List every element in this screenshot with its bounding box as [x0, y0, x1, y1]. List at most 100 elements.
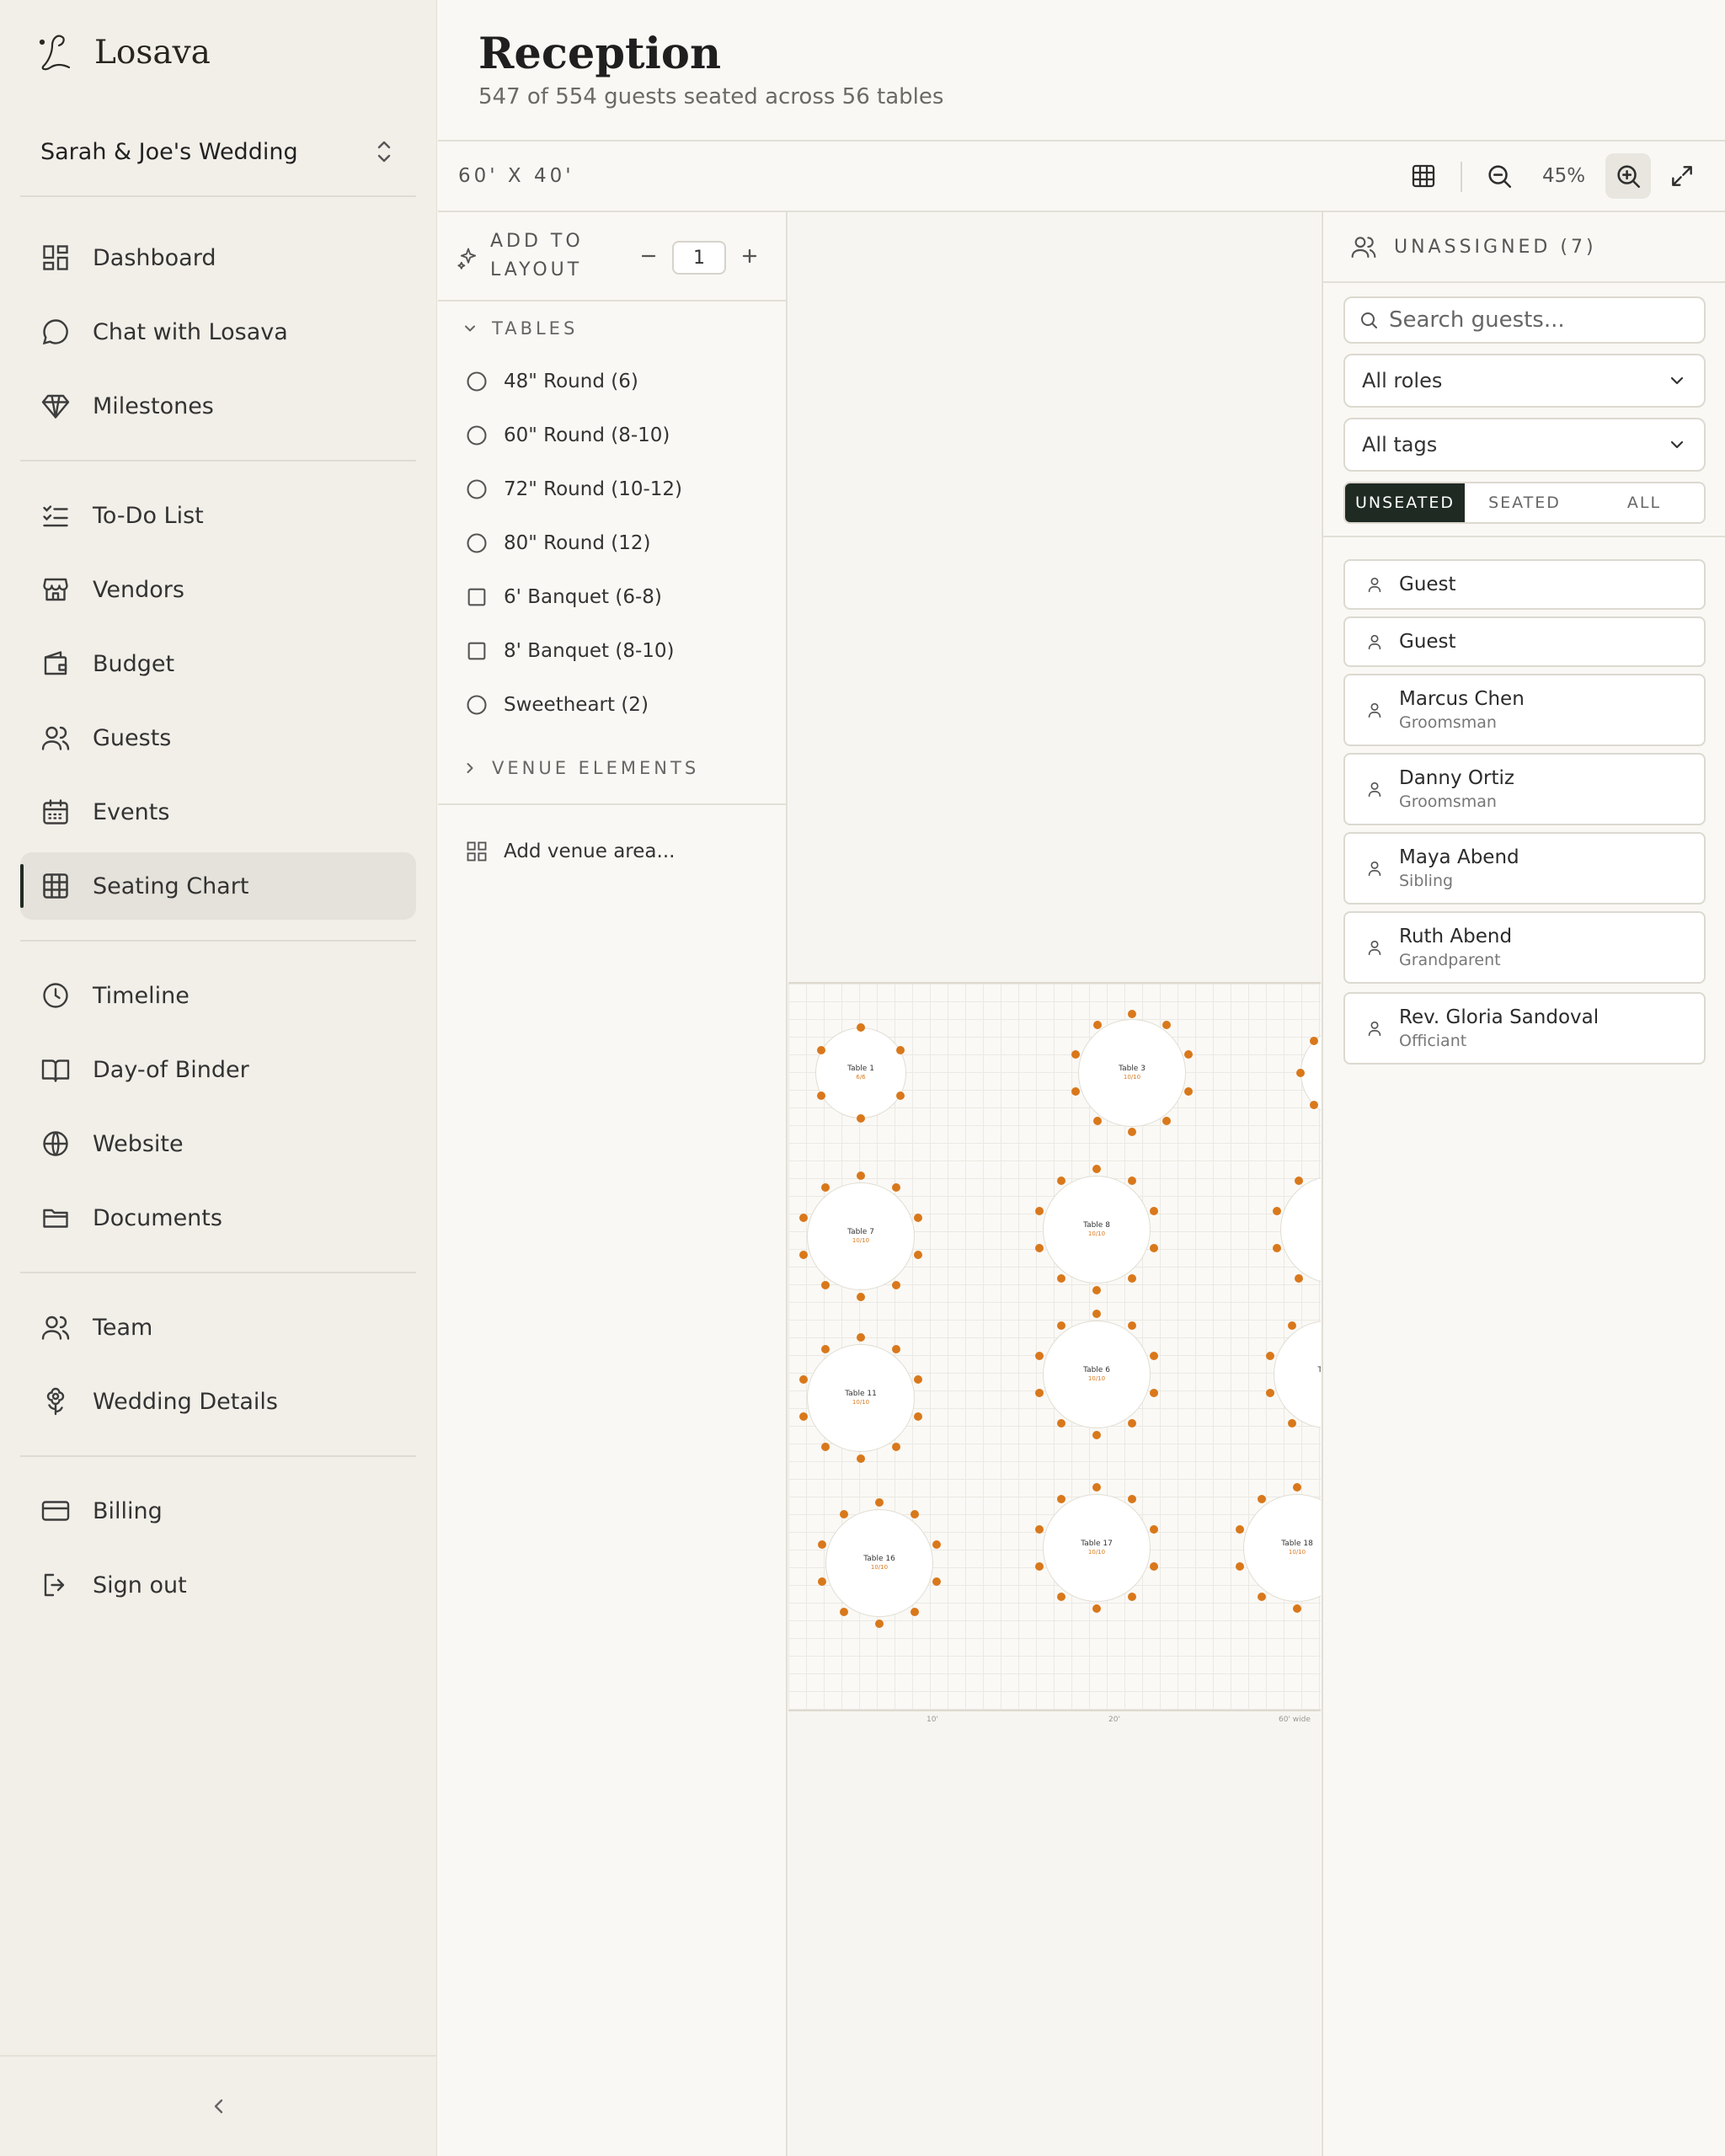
seating-table[interactable]: Table 17 10/10: [1034, 1483, 1159, 1613]
seat-dot[interactable]: [1034, 1562, 1044, 1572]
add-venue-area-button[interactable]: Add venue area...: [465, 835, 675, 868]
collapse-sidebar-button[interactable]: [0, 2055, 437, 2156]
seat-dot[interactable]: [1293, 1604, 1301, 1613]
zoom-in-button[interactable]: [1605, 153, 1651, 199]
seat-dot[interactable]: [1056, 1419, 1065, 1428]
seating-table[interactable]: Table 1 6/6: [815, 1023, 906, 1123]
nav-wedding-details[interactable]: Wedding Details: [20, 1368, 416, 1435]
seat-dot[interactable]: [798, 1251, 808, 1260]
seating-table[interactable]: Table 9: [1272, 1176, 1321, 1283]
nav-website[interactable]: Website: [20, 1110, 416, 1177]
seat-dot[interactable]: [1128, 1419, 1137, 1428]
seat-dot[interactable]: [1034, 1389, 1044, 1398]
seat-dot[interactable]: [1265, 1351, 1274, 1360]
seat-dot[interactable]: [1092, 1116, 1102, 1125]
guest-card[interactable]: Rev. Gloria Sandoval Officiant: [1343, 992, 1706, 1065]
seat-dot[interactable]: [1056, 1321, 1065, 1330]
guest-card[interactable]: Maya Abend Sibling: [1343, 832, 1706, 905]
seat-dot[interactable]: [1293, 1483, 1301, 1492]
nav-vendors[interactable]: Vendors: [20, 556, 416, 623]
seat-dot[interactable]: [1294, 1176, 1303, 1185]
seat-dot[interactable]: [857, 1454, 865, 1463]
seat-dot[interactable]: [1128, 1010, 1136, 1018]
tables-section-toggle[interactable]: TABLES: [462, 318, 578, 339]
guest-card[interactable]: Ruth Abend Grandparent: [1343, 911, 1706, 984]
seat-dot[interactable]: [820, 1281, 830, 1290]
seat-dot[interactable]: [798, 1412, 808, 1422]
seat-dot[interactable]: [1150, 1351, 1159, 1360]
app-logo[interactable]: Losava: [34, 30, 211, 74]
guest-card[interactable]: Guest: [1343, 559, 1706, 610]
tag-filter-select[interactable]: All tags: [1343, 418, 1706, 472]
seat-dot[interactable]: [914, 1213, 923, 1222]
seat-dot[interactable]: [1309, 1036, 1318, 1045]
seat-dot[interactable]: [895, 1046, 905, 1054]
seat-dot[interactable]: [857, 1293, 865, 1301]
seat-dot[interactable]: [1092, 1483, 1101, 1492]
seat-dot[interactable]: [1128, 1128, 1136, 1136]
seat-dot[interactable]: [798, 1213, 808, 1222]
seating-table[interactable]: Table 3 10/10: [1071, 1010, 1193, 1136]
grid-toggle-button[interactable]: [1401, 153, 1446, 199]
seat-dot[interactable]: [1296, 1069, 1305, 1077]
seating-table[interactable]: Table 18 10/10: [1235, 1483, 1321, 1613]
seat-dot[interactable]: [1092, 1604, 1101, 1613]
seat-dot[interactable]: [1150, 1562, 1159, 1572]
seat-dot[interactable]: [1235, 1524, 1244, 1534]
seating-canvas[interactable]: Table 16/6 Table 310/10 Table 4 Table 710/1…: [788, 212, 1321, 2156]
seat-dot[interactable]: [817, 1577, 826, 1587]
table-type-item[interactable]: 8' Banquet (8-10): [465, 634, 675, 668]
nav-budget[interactable]: Budget: [20, 630, 416, 697]
seat-dot[interactable]: [892, 1182, 901, 1192]
seating-table[interactable]: Table 4: [1296, 1027, 1321, 1118]
increment-button[interactable]: [738, 244, 761, 268]
seat-dot[interactable]: [820, 1443, 830, 1452]
seating-table[interactable]: Table 6 10/10: [1034, 1310, 1159, 1439]
fullscreen-button[interactable]: [1659, 153, 1705, 199]
seat-dot[interactable]: [857, 1114, 865, 1123]
seat-dot[interactable]: [857, 1333, 865, 1342]
seat-dot[interactable]: [820, 1344, 830, 1353]
table-type-item[interactable]: Sweetheart (2): [465, 688, 649, 722]
guest-card[interactable]: Danny Ortiz Groomsman: [1343, 753, 1706, 825]
nav-chat[interactable]: Chat with Losava: [20, 298, 416, 366]
seat-dot[interactable]: [857, 1171, 865, 1180]
nav-team[interactable]: Team: [20, 1294, 416, 1361]
seat-dot[interactable]: [1034, 1524, 1044, 1534]
seat-dot[interactable]: [1257, 1494, 1266, 1503]
seat-dot[interactable]: [1272, 1206, 1281, 1215]
seat-dot[interactable]: [1056, 1274, 1065, 1283]
seat-dot[interactable]: [1257, 1593, 1266, 1602]
seat-dot[interactable]: [875, 1498, 884, 1507]
seat-dot[interactable]: [1056, 1593, 1065, 1602]
venue-elements-toggle[interactable]: VENUE ELEMENTS: [462, 758, 699, 778]
seat-dot[interactable]: [1034, 1206, 1044, 1215]
tab-unseated[interactable]: UNSEATED: [1345, 483, 1465, 522]
seat-dot[interactable]: [817, 1540, 826, 1549]
seat-dot[interactable]: [932, 1540, 942, 1549]
nav-events[interactable]: Events: [20, 778, 416, 846]
nav-timeline[interactable]: Timeline: [20, 962, 416, 1029]
decrement-button[interactable]: [637, 244, 660, 268]
seating-table[interactable]: Table10/1: [1265, 1321, 1321, 1428]
seat-dot[interactable]: [932, 1577, 942, 1587]
seating-table[interactable]: Table 11 10/10: [798, 1333, 923, 1463]
guest-card[interactable]: Guest: [1343, 616, 1706, 667]
seat-dot[interactable]: [839, 1509, 848, 1518]
seat-dot[interactable]: [911, 1608, 920, 1617]
seating-table[interactable]: Table 7 10/10: [798, 1171, 923, 1301]
role-filter-select[interactable]: All roles: [1343, 354, 1706, 408]
nav-todo[interactable]: To-Do List: [20, 482, 416, 549]
seat-dot[interactable]: [1287, 1321, 1296, 1330]
floor-plan[interactable]: Table 16/6 Table 310/10 Table 4 Table 710/1…: [788, 982, 1321, 1711]
seat-dot[interactable]: [1034, 1351, 1044, 1360]
seating-table[interactable]: Table 16 10/10: [817, 1498, 942, 1628]
seat-dot[interactable]: [857, 1023, 865, 1032]
seat-dot[interactable]: [1128, 1321, 1137, 1330]
seat-dot[interactable]: [1092, 1286, 1101, 1294]
seat-dot[interactable]: [1272, 1244, 1281, 1253]
seat-dot[interactable]: [1162, 1021, 1172, 1030]
guest-card[interactable]: Marcus Chen Groomsman: [1343, 674, 1706, 746]
seat-dot[interactable]: [1183, 1086, 1193, 1096]
seat-dot[interactable]: [1071, 1086, 1081, 1096]
